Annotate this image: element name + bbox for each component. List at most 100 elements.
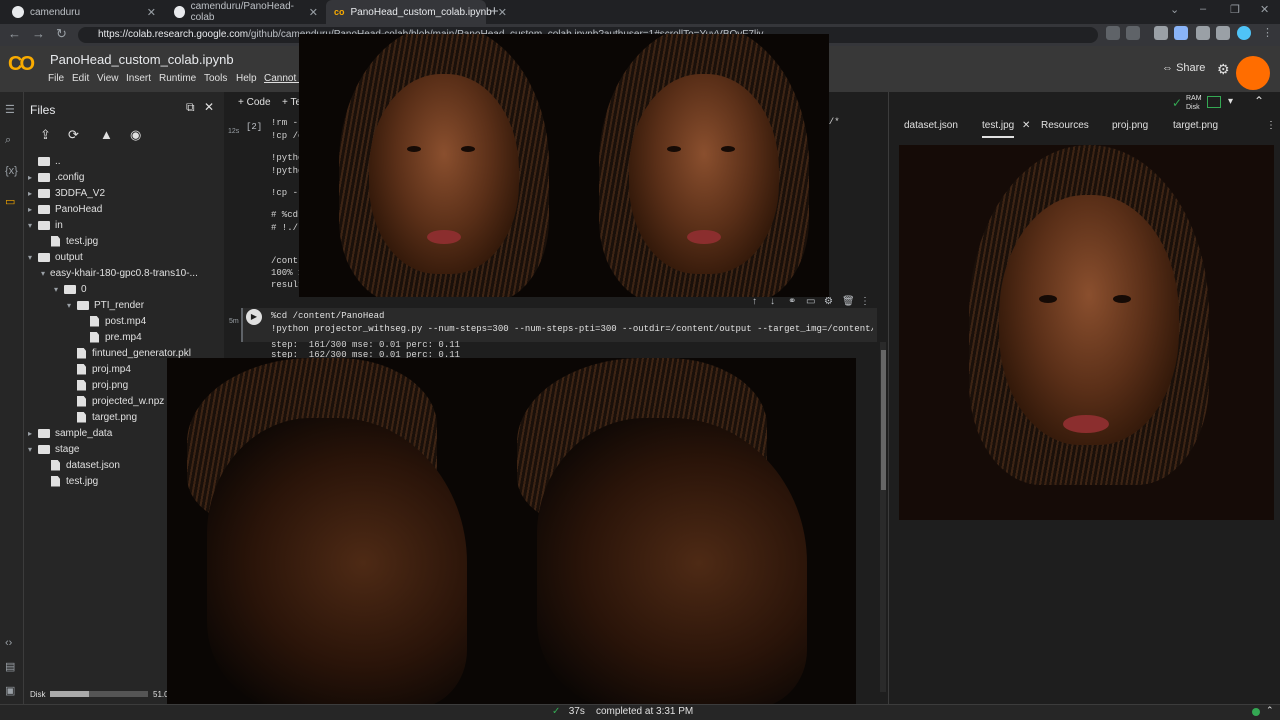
close-icon[interactable]: ✕ <box>1022 120 1030 131</box>
menu-edit[interactable]: Edit <box>72 73 89 84</box>
close-icon[interactable]: ✕ <box>498 6 507 19</box>
file-tree-item[interactable]: ▸ .config <box>28 169 193 185</box>
chevron-right-icon[interactable]: ▸ <box>28 173 38 182</box>
file-tree-item[interactable]: ▾ in <box>28 217 193 233</box>
chevron-up-icon[interactable]: ⌃ <box>1254 94 1264 108</box>
file-tree-item[interactable]: pre.mp4 <box>28 329 193 345</box>
chevron-down-icon[interactable]: ▾ <box>28 221 38 230</box>
close-window-icon[interactable]: ✕ <box>1260 3 1269 16</box>
check-icon: ✓ <box>552 706 561 717</box>
file-icon <box>51 235 60 247</box>
tab-resources[interactable]: Resources <box>1041 120 1089 131</box>
more-icon[interactable]: ⋮ <box>1266 120 1276 131</box>
kebab-menu-icon[interactable]: ⋮ <box>1262 26 1273 39</box>
close-icon[interactable]: ✕ <box>309 6 318 19</box>
extension-icon[interactable] <box>1174 26 1188 40</box>
share-button[interactable]: ⇔ Share <box>1162 62 1205 74</box>
profile-icon[interactable] <box>1237 26 1251 40</box>
file-tree-item[interactable]: ▾ output <box>28 249 193 265</box>
file-icon <box>77 411 86 423</box>
search-icon[interactable]: ⌕ <box>5 134 11 147</box>
file-tree-item[interactable]: .. <box>28 153 193 169</box>
chevron-down-icon[interactable]: ▾ <box>28 445 38 454</box>
menu-tools[interactable]: Tools <box>204 73 227 84</box>
resource-meter[interactable]: RAM Disk <box>1186 94 1202 112</box>
variables-icon[interactable]: {x} <box>5 165 18 177</box>
files-icon[interactable]: ▭ <box>5 195 15 208</box>
move-down-icon[interactable]: ↓ <box>770 296 775 307</box>
gear-icon[interactable]: ⚙ <box>1217 61 1230 78</box>
avatar[interactable] <box>1236 56 1270 90</box>
bookmark-icon[interactable] <box>1126 26 1140 40</box>
chevron-right-icon[interactable]: ▸ <box>28 205 38 214</box>
scrollbar-thumb[interactable] <box>881 350 886 490</box>
share-page-icon[interactable] <box>1106 26 1120 40</box>
file-tree-item[interactable]: ▾ easy-khair-180-gpc0.8-trans10-... <box>28 265 198 281</box>
menu-view[interactable]: View <box>97 73 119 84</box>
chevron-down-icon[interactable]: ▾ <box>1228 96 1233 107</box>
menu-runtime[interactable]: Runtime <box>159 73 196 84</box>
tab-camenduru[interactable]: camenduru ✕ <box>4 0 164 24</box>
close-icon[interactable]: ✕ <box>147 6 156 19</box>
tab-panohead-colab[interactable]: camenduru/PanoHead-colab ✕ <box>166 0 326 24</box>
tab-dataset-json[interactable]: dataset.json <box>904 120 958 131</box>
notebook-title[interactable]: PanoHead_custom_colab.ipynb <box>50 52 234 67</box>
tab-proj-png[interactable]: proj.png <box>1112 120 1148 131</box>
file-icon <box>90 315 99 327</box>
reload-icon[interactable]: ↻ <box>56 26 67 42</box>
more-icon[interactable]: ⋮ <box>860 296 870 307</box>
puzzle-icon[interactable] <box>1196 26 1210 40</box>
menu-file[interactable]: File <box>48 73 64 84</box>
chevron-up-icon[interactable]: ⌃ <box>1266 705 1274 716</box>
close-icon[interactable]: ✕ <box>204 100 214 114</box>
chevron-right-icon[interactable]: ▸ <box>28 189 38 198</box>
eye <box>1039 295 1057 303</box>
chevron-down-icon[interactable]: ▾ <box>28 253 38 262</box>
extension-icon[interactable] <box>1154 26 1168 40</box>
tab-target-png[interactable]: target.png <box>1173 120 1218 131</box>
chevron-down-icon[interactable]: ⌄ <box>1170 3 1179 16</box>
file-tree-label: stage <box>55 443 80 455</box>
tab-test-jpg[interactable]: test.jpg <box>982 120 1015 138</box>
command-palette-icon[interactable]: ▤ <box>5 660 15 673</box>
left-rail <box>0 92 24 720</box>
chevron-down-icon[interactable]: ▾ <box>41 269 45 278</box>
toc-icon[interactable]: ☰ <box>5 103 15 116</box>
code-snippets-icon[interactable]: ‹› <box>5 637 12 649</box>
file-tree-label: .. <box>55 155 61 167</box>
tab-panohead-custom-notebook[interactable]: co PanoHead_custom_colab.ipynb ✕ <box>326 0 507 24</box>
files-panel-title: Files <box>30 103 56 117</box>
move-up-icon[interactable]: ↑ <box>752 296 757 307</box>
file-tree-item[interactable]: test.jpg <box>28 233 193 249</box>
new-tab-icon[interactable]: + <box>490 3 499 20</box>
link-icon[interactable]: ⚭ <box>788 296 796 307</box>
chevron-right-icon[interactable]: ▸ <box>28 429 38 438</box>
upload-icon[interactable]: ⇪ <box>40 127 51 143</box>
settings-icon[interactable]: ⚙ <box>824 296 833 307</box>
back-icon[interactable]: ← <box>8 26 21 41</box>
menu-help[interactable]: Help <box>236 73 257 84</box>
file-tree-item[interactable]: ▾ 0 <box>28 281 193 297</box>
forward-icon[interactable]: → <box>32 26 45 41</box>
file-tree-item[interactable]: ▾ PTI_render <box>28 297 193 313</box>
add-code-button[interactable]: + Code <box>238 97 271 108</box>
open-in-tab-icon[interactable]: ⧉ <box>186 100 195 115</box>
mount-drive-icon[interactable]: ▲ <box>100 127 113 142</box>
run-cell-button[interactable]: ▶ <box>246 309 262 325</box>
chevron-down-icon[interactable]: ▾ <box>67 301 77 310</box>
file-tree-item[interactable]: post.mp4 <box>28 313 193 329</box>
comment-icon[interactable]: ▭ <box>806 296 815 307</box>
file-tree-item[interactable]: ▸ 3DDFA_V2 <box>28 185 193 201</box>
file-tree-item[interactable]: ▸ PanoHead <box>28 201 193 217</box>
eye <box>667 146 681 152</box>
maximize-icon[interactable]: ❐ <box>1230 3 1240 16</box>
hidden-files-icon[interactable]: ◉ <box>130 127 141 143</box>
menu-insert[interactable]: Insert <box>126 73 151 84</box>
chevron-down-icon[interactable]: ▾ <box>54 285 64 294</box>
minimize-icon[interactable]: – <box>1200 3 1206 15</box>
terminal-icon[interactable]: ▣ <box>5 684 15 697</box>
delete-icon[interactable]: 🗑 <box>842 296 855 307</box>
file-tree-label: test.jpg <box>66 235 99 247</box>
refresh-folder-icon[interactable]: ⟳ <box>68 127 79 143</box>
sidebar-icon[interactable] <box>1216 26 1230 40</box>
